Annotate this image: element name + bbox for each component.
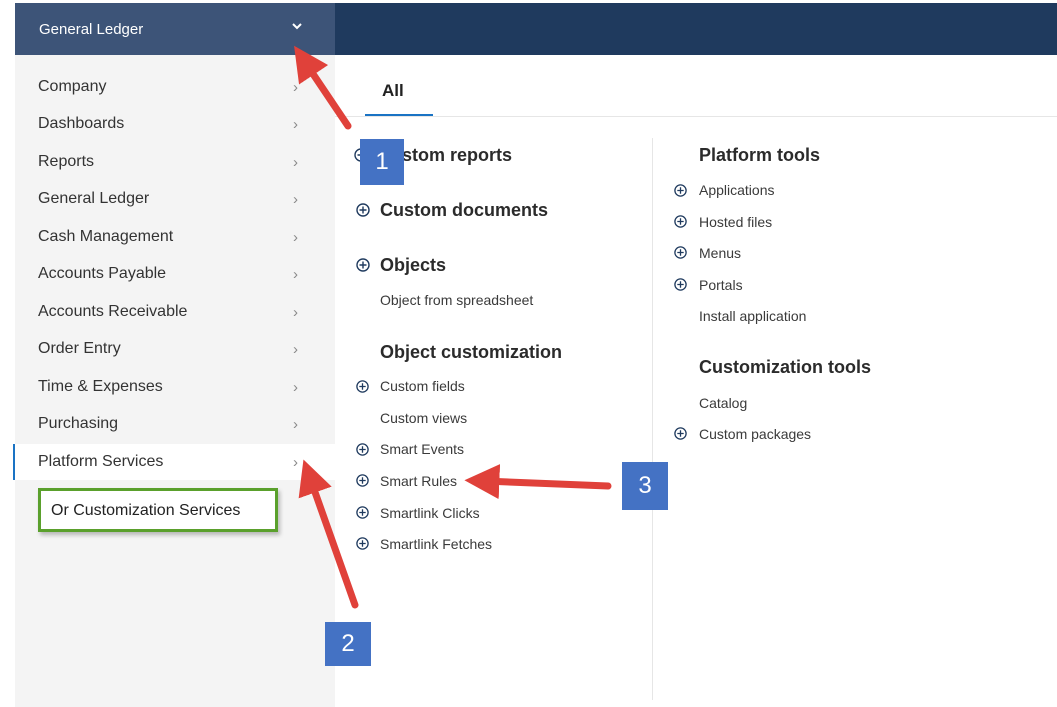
smart-events-link[interactable]: Smart Events [380,441,464,457]
portals-link[interactable]: Portals [699,277,743,293]
add-plus-icon[interactable] [674,246,687,259]
sidebar-item-company[interactable]: Company › [15,69,335,105]
add-plus-icon[interactable] [674,184,687,197]
sidebar-item-platform-services[interactable]: Platform Services › [13,444,335,480]
annotation-badge-1: 1 [360,139,404,185]
custom-packages-link[interactable]: Custom packages [699,426,811,442]
sidebar-item-time-expenses[interactable]: Time & Expenses › [15,369,335,405]
custom-reports-heading[interactable]: stom reports [402,145,512,166]
chevron-down-icon[interactable] [290,19,304,33]
tab-divider [335,116,1057,117]
install-application-link[interactable]: Install application [699,308,806,324]
objects-heading[interactable]: Objects [380,255,446,276]
sidebar-item-label: Accounts Receivable [38,303,188,320]
tab-all[interactable]: All [365,78,433,117]
customization-services-callout: Or Customization Services [38,488,278,532]
annotation-badge-3: 3 [622,462,668,510]
chevron-right-icon: › [293,229,298,246]
add-plus-icon[interactable] [674,215,687,228]
sidebar: Company › Dashboards › Reports › General… [13,55,335,707]
menus-link[interactable]: Menus [699,245,741,261]
chevron-right-icon: › [293,79,298,96]
sidebar-item-general-ledger[interactable]: General Ledger › [15,181,335,217]
sidebar-item-accounts-receivable[interactable]: Accounts Receivable › [15,294,335,330]
custom-documents-heading[interactable]: Custom documents [380,200,548,221]
custom-fields-link[interactable]: Custom fields [380,378,465,394]
sidebar-item-label: Cash Management [38,228,174,245]
customization-tools-heading: Customization tools [699,357,871,377]
chevron-right-icon: › [293,416,298,433]
catalog-link[interactable]: Catalog [699,395,747,411]
smartlink-fetches-link[interactable]: Smartlink Fetches [380,536,492,552]
add-plus-icon[interactable] [674,427,687,440]
annotation-badge-2: 2 [325,622,371,666]
tab-label: All [382,81,404,100]
sidebar-item-label: Order Entry [38,340,121,357]
sidebar-item-dashboards[interactable]: Dashboards › [15,106,335,142]
sidebar-item-label: Platform Services [38,453,164,470]
sidebar-item-label: Purchasing [38,415,119,432]
sidebar-item-label: Accounts Payable [38,265,167,282]
top-navigation-bar [335,3,1057,55]
add-plus-icon[interactable] [356,537,369,550]
column-divider [652,138,653,700]
module-switcher[interactable]: General Ledger [15,3,335,55]
sidebar-item-accounts-payable[interactable]: Accounts Payable › [15,256,335,292]
sidebar-item-order-entry[interactable]: Order Entry › [15,331,335,367]
sidebar-item-reports[interactable]: Reports › [15,144,335,180]
hosted-files-link[interactable]: Hosted files [699,214,772,230]
chevron-right-icon: › [293,191,298,208]
add-plus-icon[interactable] [356,474,369,487]
object-customization-heading: Object customization [380,342,563,362]
sidebar-item-label: Reports [38,153,95,170]
arrow-3 [464,464,612,500]
sidebar-item-label: Company [38,78,107,95]
sidebar-item-purchasing[interactable]: Purchasing › [15,406,335,442]
chevron-right-icon: › [293,116,298,133]
chevron-right-icon: › [293,341,298,358]
expand-plus-icon[interactable] [356,203,370,217]
callout-text: Or Customization Services [51,502,241,519]
custom-views-link[interactable]: Custom views [380,410,467,426]
applications-link[interactable]: Applications [699,182,775,198]
smart-rules-link[interactable]: Smart Rules [380,473,457,489]
smartlink-clicks-link[interactable]: Smartlink Clicks [380,505,480,521]
module-title: General Ledger [39,21,144,38]
object-from-spreadsheet-link[interactable]: Object from spreadsheet [380,292,533,308]
app-frame: General Ledger Company › Dashboards › Re… [0,0,1057,707]
add-plus-icon[interactable] [356,380,369,393]
chevron-right-icon: › [293,154,298,171]
add-plus-icon[interactable] [356,443,369,456]
chevron-right-icon: › [293,304,298,321]
chevron-right-icon: › [293,266,298,283]
add-plus-icon[interactable] [356,506,369,519]
sidebar-item-label: General Ledger [38,190,150,207]
sidebar-item-label: Dashboards [38,115,125,132]
chevron-right-icon: › [293,379,298,396]
platform-tools-heading: Platform tools [699,145,821,165]
sidebar-item-cash-management[interactable]: Cash Management › [15,219,335,255]
add-plus-icon[interactable] [674,278,687,291]
sidebar-item-label: Time & Expenses [38,378,163,395]
expand-plus-icon[interactable] [356,258,370,272]
chevron-right-icon: › [293,454,298,471]
